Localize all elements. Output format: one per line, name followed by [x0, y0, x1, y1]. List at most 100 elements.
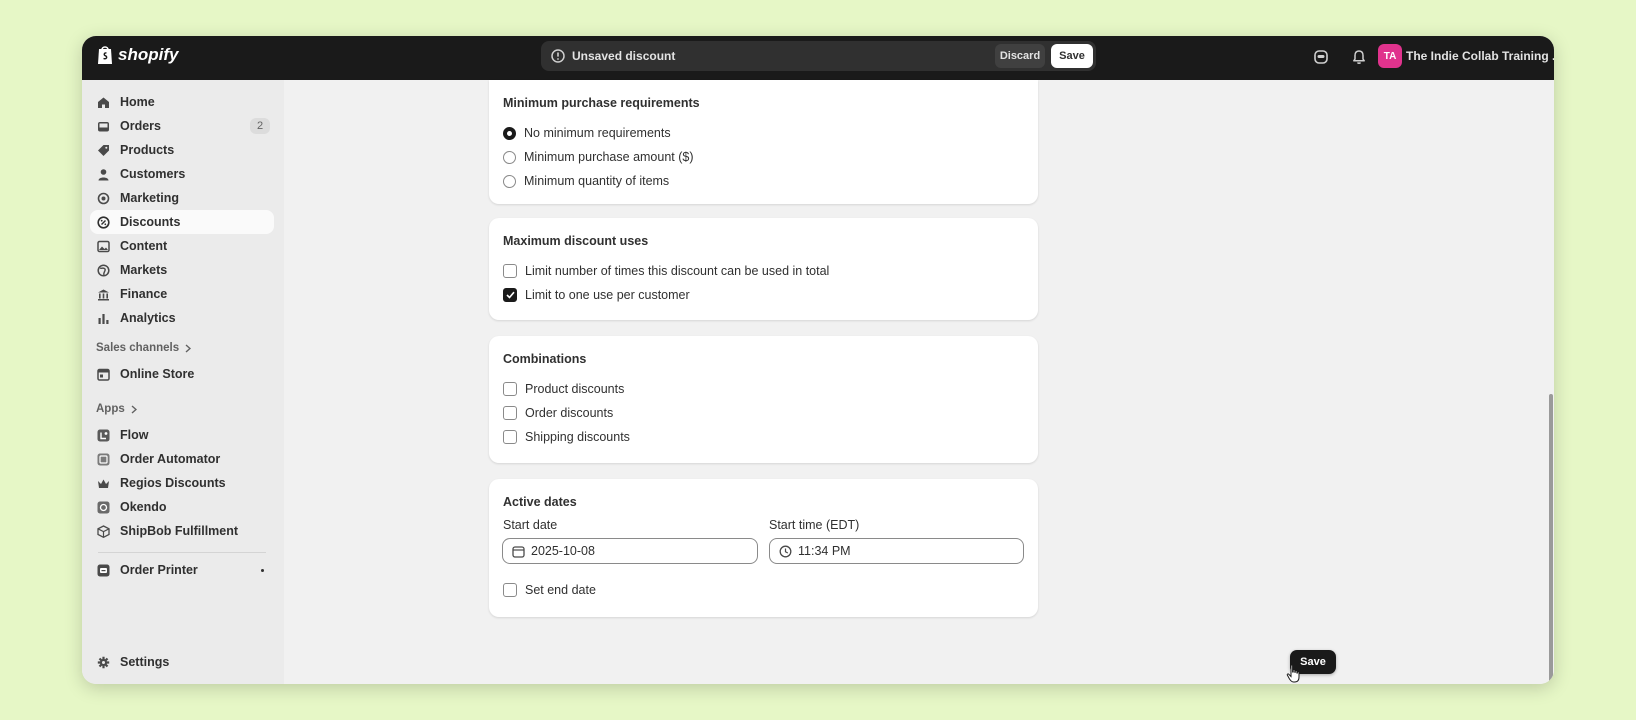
sidebar-item-orders[interactable]: Orders 2 — [90, 114, 274, 138]
order-automator-icon — [96, 452, 110, 466]
sidebar-item-label: Flow — [120, 428, 149, 442]
gear-icon — [96, 655, 110, 669]
radio-minimum-amount[interactable]: Minimum purchase amount ($) — [503, 150, 694, 164]
sales-channels-heading[interactable]: Sales channels — [96, 342, 192, 354]
logo-text: shopify — [118, 45, 179, 64]
image-icon — [96, 239, 110, 253]
start-date-field[interactable] — [502, 538, 758, 564]
discard-button[interactable]: Discard — [995, 44, 1045, 68]
sidebar-item-content[interactable]: Content — [90, 234, 274, 258]
unsaved-discount-text: Unsaved discount — [572, 49, 676, 63]
checkbox[interactable] — [503, 288, 517, 302]
bar-chart-icon — [96, 311, 110, 325]
checkbox-set-end-date[interactable]: Set end date — [503, 583, 596, 597]
checkbox-limit-total[interactable]: Limit number of times this discount can … — [503, 264, 829, 278]
sidebar-item-customers[interactable]: Customers — [90, 162, 274, 186]
option-label: Limit to one use per customer — [525, 288, 690, 302]
alert-circle-icon — [551, 49, 565, 63]
sidebar-item-label: Settings — [120, 655, 170, 669]
store-icon — [96, 367, 110, 381]
option-label: Product discounts — [525, 382, 625, 396]
main-content: Minimum purchase requirements No minimum… — [284, 80, 1554, 684]
sidebar-item-label: Customers — [120, 167, 186, 181]
checkbox[interactable] — [503, 406, 517, 420]
avatar[interactable]: TA — [1378, 44, 1402, 68]
option-label: Limit number of times this discount can … — [525, 264, 830, 278]
card-title: Combinations — [503, 352, 587, 366]
radio-button[interactable] — [503, 150, 516, 164]
sidebar-item-label: Marketing — [120, 191, 180, 205]
card-title: Maximum discount uses — [503, 234, 649, 248]
maximum-uses-card: Maximum discount uses Limit number of ti… — [489, 218, 1038, 320]
sidebar-item-marketing[interactable]: Marketing — [90, 186, 274, 210]
sidebar-item-label: Regios Discounts — [120, 476, 226, 490]
start-time-input[interactable] — [798, 544, 998, 558]
sidebar-item-online-store[interactable]: Online Store — [90, 362, 274, 386]
calendar-icon — [512, 545, 525, 558]
sidebar-item-discounts[interactable]: Discounts — [90, 210, 274, 234]
chevron-right-icon — [131, 404, 137, 414]
sidebar-item-finance[interactable]: Finance — [90, 282, 274, 306]
hand-cursor-icon — [1286, 664, 1300, 683]
checkbox[interactable] — [503, 382, 517, 396]
apps-heading[interactable]: Apps — [96, 403, 137, 415]
clock-icon — [779, 545, 792, 557]
option-label: No minimum requirements — [524, 126, 671, 140]
sidebar-divider — [98, 552, 266, 553]
radio-button[interactable] — [503, 126, 516, 140]
checkbox[interactable] — [503, 430, 517, 444]
okendo-icon — [96, 500, 110, 514]
printer-icon — [96, 563, 110, 577]
shopify-logo[interactable]: shopify — [96, 44, 178, 66]
start-time-field[interactable] — [769, 538, 1024, 564]
sidebar-item-label: Online Store — [120, 367, 195, 381]
start-date-input[interactable] — [531, 544, 731, 558]
sidebar-item-settings[interactable]: Settings — [90, 650, 274, 674]
option-label: Minimum quantity of items — [524, 174, 670, 188]
globe-icon — [96, 263, 110, 277]
top-bar: shopify Unsaved discount Discard Save TA… — [82, 36, 1554, 80]
sidebar-item-label: Home — [120, 95, 155, 109]
radio-button[interactable] — [503, 174, 516, 188]
start-date-label: Start date — [503, 518, 558, 532]
sidekick-icon[interactable] — [1312, 48, 1330, 66]
store-name[interactable]: The Indie Collab Training ... — [1406, 49, 1554, 63]
option-label: Shipping discounts — [525, 430, 630, 444]
target-icon — [96, 191, 110, 205]
radio-minimum-quantity[interactable]: Minimum quantity of items — [503, 174, 669, 188]
sidebar-item-home[interactable]: Home — [90, 90, 274, 114]
crown-icon — [96, 476, 110, 490]
sidebar-item-shipbob-fulfillment[interactable]: ShipBob Fulfillment — [90, 519, 274, 543]
checkbox-limit-per-customer[interactable]: Limit to one use per customer — [503, 288, 690, 302]
orders-count-badge: 2 — [250, 118, 270, 134]
sidebar-item-regios-discounts[interactable]: Regios Discounts — [90, 471, 274, 495]
save-button[interactable]: Save — [1051, 44, 1093, 68]
notification-dot — [261, 569, 264, 572]
sidebar-item-order-printer[interactable]: Order Printer — [90, 558, 274, 582]
checkbox-shipping-discounts[interactable]: Shipping discounts — [503, 430, 630, 444]
sidebar-item-markets[interactable]: Markets — [90, 258, 274, 282]
apps-label: Apps — [96, 403, 125, 415]
bell-icon[interactable] — [1350, 48, 1368, 66]
checkbox-product-discounts[interactable]: Product discounts — [503, 382, 624, 396]
checkbox[interactable] — [503, 264, 517, 278]
browser-window: shopify Unsaved discount Discard Save TA… — [82, 36, 1554, 684]
sidebar-item-flow[interactable]: Flow — [90, 423, 274, 447]
sidebar-item-okendo[interactable]: Okendo — [90, 495, 274, 519]
checkbox-order-discounts[interactable]: Order discounts — [503, 406, 613, 420]
sidebar-item-analytics[interactable]: Analytics — [90, 306, 274, 330]
active-dates-card: Active dates Start date Start time (EDT)… — [489, 479, 1038, 617]
sidebar-item-label: Content — [120, 239, 168, 253]
checkbox[interactable] — [503, 583, 517, 597]
sidebar-item-products[interactable]: Products — [90, 138, 274, 162]
sidebar-item-label: Order Automator — [120, 452, 221, 466]
card-title: Minimum purchase requirements — [503, 96, 700, 110]
sidebar-item-label: Markets — [120, 263, 168, 277]
sidebar-item-order-automator[interactable]: Order Automator — [90, 447, 274, 471]
sidebar-item-label: Finance — [120, 287, 168, 301]
sidebar-item-label: Orders — [120, 119, 161, 133]
scrollbar[interactable] — [1549, 394, 1553, 684]
card-title: Active dates — [503, 495, 577, 509]
unsaved-changes-bar: Unsaved discount Discard Save — [541, 41, 1096, 71]
radio-no-minimum[interactable]: No minimum requirements — [503, 126, 671, 140]
